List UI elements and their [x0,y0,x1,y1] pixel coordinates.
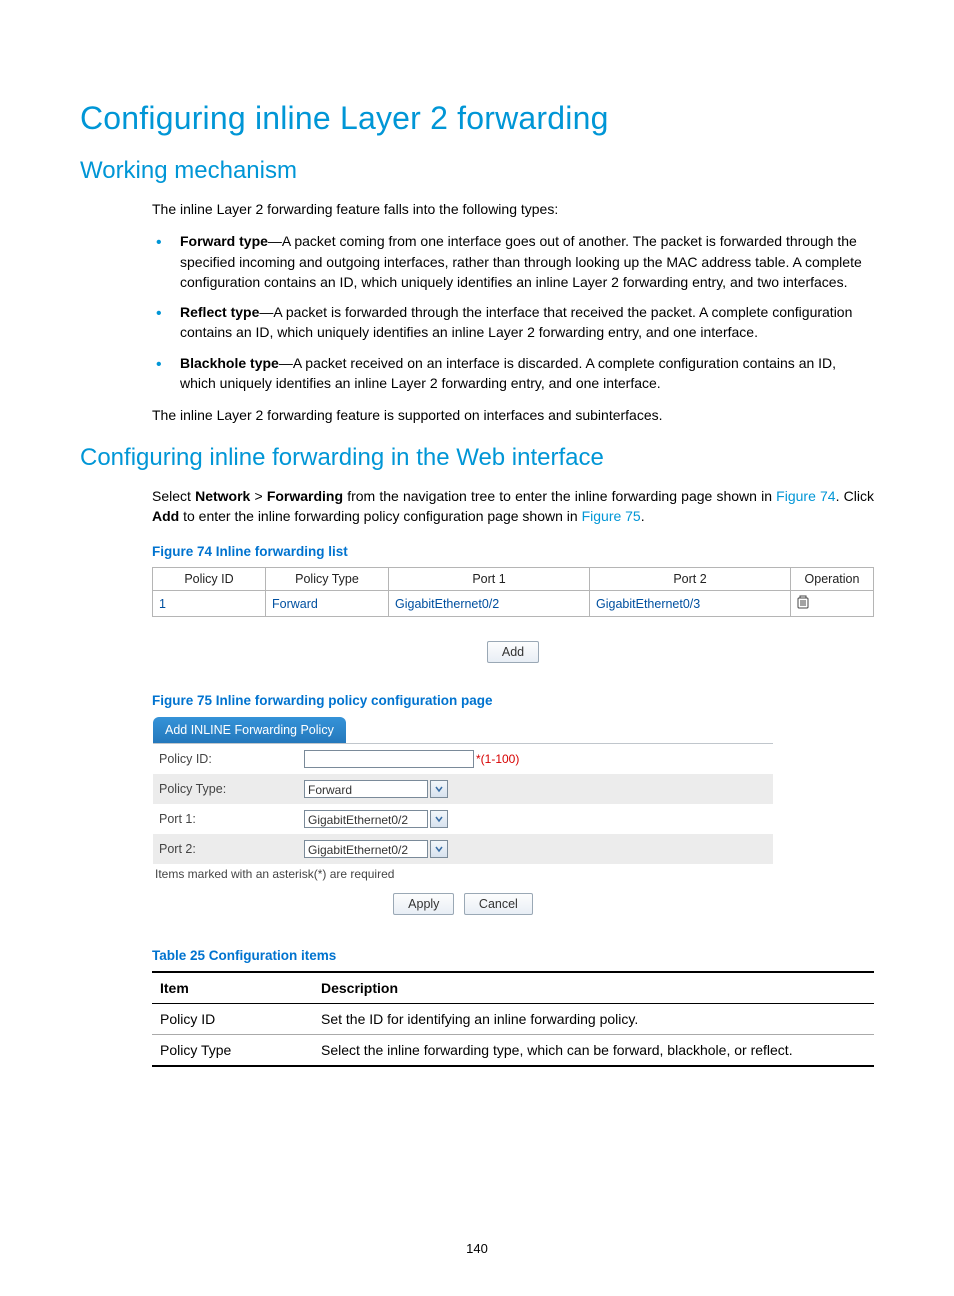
policy-type-label: Policy Type: [159,782,304,796]
table-row: Policy ID Set the ID for identifying an … [152,1004,874,1035]
nav-network: Network [195,488,250,504]
text: . [641,508,645,524]
list-item: Reflect type—A packet is forwarded throu… [152,302,874,343]
port-1-label: Port 1: [159,812,304,826]
apply-button[interactable]: Apply [393,893,454,915]
cell-policy-id: 1 [153,591,266,617]
port-2-select[interactable]: GigabitEthernet0/2 [304,840,448,858]
forward-type-label: Forward type [180,233,268,249]
forward-type-text: —A packet coming from one interface goes… [180,233,862,290]
link-figure-75[interactable]: Figure 75 [582,508,641,524]
policy-id-label: Policy ID: [159,752,304,766]
cell-port-1: GigabitEthernet0/2 [389,591,590,617]
col-port-1[interactable]: Port 1 [389,568,590,591]
col-policy-id[interactable]: Policy ID [153,568,266,591]
intro-text: The inline Layer 2 forwarding feature fa… [152,199,874,219]
col-port-2[interactable]: Port 2 [590,568,791,591]
list-item: Forward type—A packet coming from one in… [152,231,874,292]
section-working-mechanism: Working mechanism [80,157,874,185]
blackhole-type-text: —A packet received on an interface is di… [180,355,836,391]
cell-port-2: GigabitEthernet0/3 [590,591,791,617]
type-list: Forward type—A packet coming from one in… [152,231,874,393]
nav-instructions: Select Network > Forwarding from the nav… [152,486,874,527]
text: to enter the inline forwarding policy co… [179,508,581,524]
after-bullets-text: The inline Layer 2 forwarding feature is… [152,405,874,425]
configuration-items-table: Item Description Policy ID Set the ID fo… [152,971,874,1067]
policy-id-input[interactable] [304,750,474,768]
page-title: Configuring inline Layer 2 forwarding [80,100,874,137]
required-note: Items marked with an asterisk(*) are req… [153,864,773,889]
policy-type-value: Forward [304,780,428,798]
port-1-select[interactable]: GigabitEthernet0/2 [304,810,448,828]
cell-item: Policy Type [152,1035,313,1067]
link-figure-74[interactable]: Figure 74 [776,488,835,504]
page-number: 140 [0,1241,954,1256]
nav-forwarding: Forwarding [267,488,343,504]
port-2-label: Port 2: [159,842,304,856]
table-row: 1 Forward GigabitEthernet0/2 GigabitEthe… [153,591,874,617]
chevron-down-icon[interactable] [430,840,448,858]
blackhole-type-label: Blackhole type [180,355,279,371]
cell-operation [791,591,874,617]
text: Select [152,488,195,504]
policy-type-select[interactable]: Forward [304,780,448,798]
list-item: Blackhole type—A packet received on an i… [152,353,874,394]
col-operation[interactable]: Operation [791,568,874,591]
section-configuring-web: Configuring inline forwarding in the Web… [80,444,874,472]
text: > [250,488,267,504]
chevron-down-icon[interactable] [430,780,448,798]
port-1-value: GigabitEthernet0/2 [304,810,428,828]
port-2-value: GigabitEthernet0/2 [304,840,428,858]
col-policy-type[interactable]: Policy Type [266,568,389,591]
cell-description: Set the ID for identifying an inline for… [313,1004,874,1035]
inline-forwarding-table: Policy ID Policy Type Port 1 Port 2 Oper… [152,567,874,617]
add-policy-form: Add INLINE Forwarding Policy Policy ID: … [152,716,774,922]
col-description: Description [313,972,874,1004]
table-row: Policy Type Select the inline forwarding… [152,1035,874,1067]
figure-75-caption: Figure 75 Inline forwarding policy confi… [152,693,874,708]
form-tab[interactable]: Add INLINE Forwarding Policy [153,717,346,743]
chevron-down-icon[interactable] [430,810,448,828]
cancel-button[interactable]: Cancel [464,893,533,915]
col-item: Item [152,972,313,1004]
add-bold: Add [152,508,179,524]
cell-policy-type: Forward [266,591,389,617]
add-button[interactable]: Add [487,641,539,663]
table-25-caption: Table 25 Configuration items [152,948,874,963]
reflect-type-label: Reflect type [180,304,259,320]
policy-id-hint: *(1-100) [476,752,519,766]
text: from the navigation tree to enter the in… [343,488,776,504]
trash-icon[interactable] [797,595,809,609]
cell-description: Select the inline forwarding type, which… [313,1035,874,1067]
figure-74-caption: Figure 74 Inline forwarding list [152,544,874,559]
reflect-type-text: —A packet is forwarded through the inter… [180,304,852,340]
cell-item: Policy ID [152,1004,313,1035]
text: . Click [836,488,874,504]
